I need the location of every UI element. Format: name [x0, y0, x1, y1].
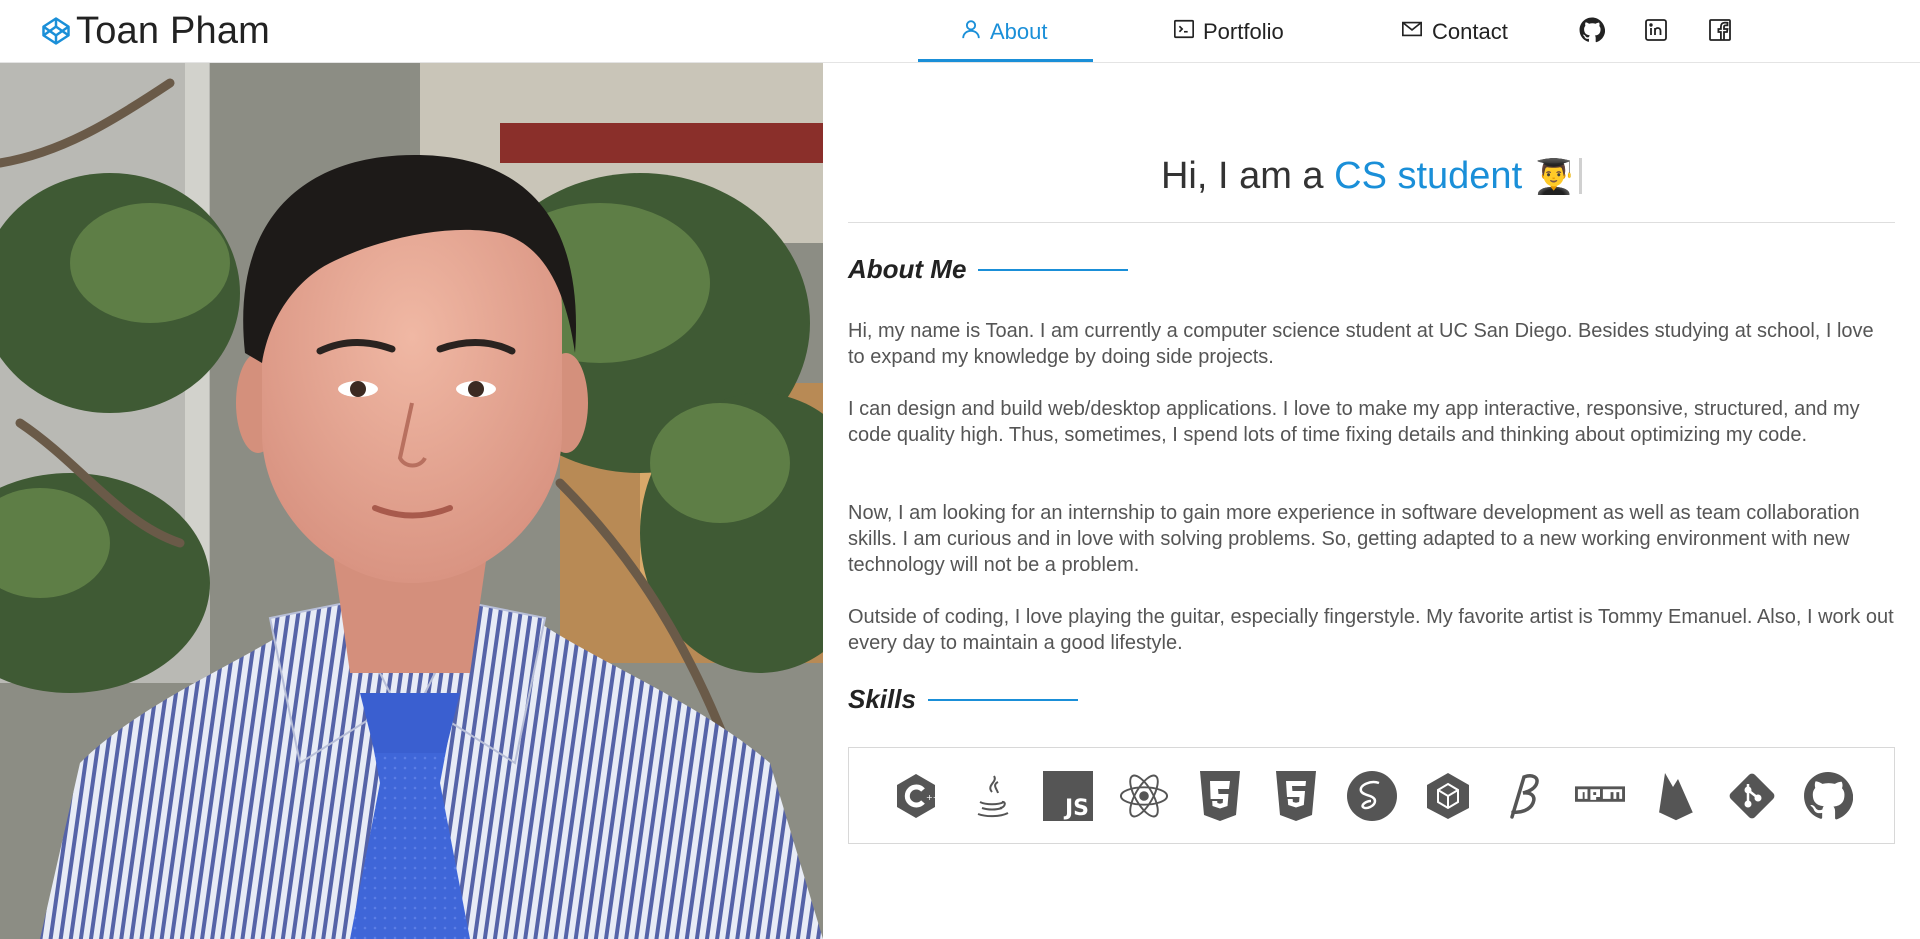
about-paragraph-1: Hi, my name is Toan. I am currently a co…: [848, 320, 1874, 368]
skills-list: ++ JS: [848, 747, 1895, 844]
brand[interactable]: Toan Pham: [40, 8, 270, 54]
about-paragraph-4: Outside of coding, I love playing the gu…: [848, 606, 1894, 654]
about-heading: About Me: [848, 254, 1129, 285]
linkedin-icon: [1644, 18, 1668, 47]
user-icon: [960, 18, 982, 46]
nav-portfolio[interactable]: Portfolio: [1173, 0, 1284, 63]
facebook-icon: [1708, 18, 1732, 47]
skills-title-underline: [927, 698, 1078, 701]
hero-greeting: Hi, I am a CS student 👨‍🎓: [848, 155, 1895, 198]
java-icon: [967, 771, 1017, 821]
about-paragraph-2: I can design and build web/desktop appli…: [848, 398, 1860, 446]
github-link[interactable]: [1578, 17, 1606, 48]
mail-icon: [1400, 18, 1424, 46]
github-icon: [1803, 771, 1853, 821]
svg-text:++: ++: [926, 793, 939, 802]
about-paragraph-3: Now, I am looking for an internship to g…: [848, 502, 1860, 576]
css3-icon: [1195, 770, 1245, 821]
babel-icon: [1499, 771, 1549, 821]
about-title: About Me: [848, 254, 967, 284]
npm-icon: [1574, 771, 1625, 821]
webpack-icon: [1423, 771, 1473, 821]
terminal-icon: [1173, 18, 1195, 46]
javascript-icon: JS: [1042, 770, 1093, 821]
profile-photo: [0, 63, 823, 939]
nav-portfolio-label: Portfolio: [1203, 18, 1284, 44]
hero-divider: [848, 222, 1895, 223]
nav-contact[interactable]: Contact: [1400, 0, 1508, 63]
nav-about-label: About: [990, 18, 1048, 44]
top-navbar: Toan Pham About Portfolio Contact: [0, 0, 1920, 63]
codepen-icon: [40, 15, 72, 47]
nav-contact-label: Contact: [1432, 18, 1508, 44]
hero-highlight: CS student: [1334, 155, 1523, 197]
brand-name: Toan Pham: [76, 9, 271, 52]
sass-icon: [1346, 770, 1397, 821]
linkedin-link[interactable]: [1642, 18, 1670, 46]
nav-about[interactable]: About: [960, 0, 1048, 63]
profile-photo-illustration: [0, 63, 823, 939]
git-icon: [1727, 771, 1777, 821]
about-title-underline: [978, 268, 1129, 271]
active-tab-indicator: [918, 59, 1093, 62]
facebook-link[interactable]: [1706, 18, 1734, 46]
cplusplus-icon: ++: [891, 771, 941, 821]
skills-heading: Skills: [848, 684, 1078, 715]
skills-title: Skills: [848, 684, 916, 714]
firebase-icon: [1651, 771, 1701, 821]
svg-text:JS: JS: [1063, 796, 1089, 821]
html5-icon: [1271, 770, 1321, 821]
react-icon: [1119, 771, 1169, 821]
graduate-emoji: 👨‍🎓: [1532, 158, 1576, 196]
typing-cursor: [1579, 158, 1583, 194]
github-icon: [1579, 17, 1606, 48]
hero-prefix: Hi, I am a: [1160, 155, 1335, 197]
